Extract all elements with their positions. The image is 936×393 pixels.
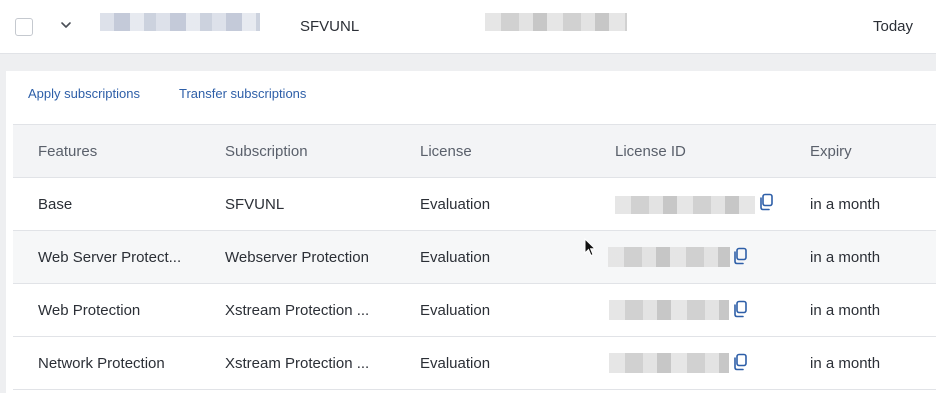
feature-cell: Web Protection: [38, 302, 141, 319]
redacted-license-id: [615, 196, 755, 214]
table-row[interactable]: Web Server Protect... Webserver Protecti…: [13, 231, 936, 284]
subscription-cell: Webserver Protection: [225, 249, 369, 266]
device-name: SFVUNL: [300, 18, 360, 35]
header-license[interactable]: License: [420, 143, 472, 160]
subscriptions-table: Features Subscription License License ID…: [13, 124, 936, 390]
device-date: Today: [873, 18, 914, 35]
redacted-license-id: [609, 353, 729, 373]
license-cell: Evaluation: [420, 302, 491, 319]
copy-icon[interactable]: [758, 193, 774, 211]
copy-icon[interactable]: [732, 247, 748, 265]
redacted-license-id: [609, 300, 729, 320]
table-row[interactable]: Base SFVUNL Evaluation in a month: [13, 178, 936, 231]
subscription-cell: SFVUNL: [225, 196, 285, 213]
header-subscription[interactable]: Subscription: [225, 143, 308, 160]
device-row[interactable]: SFVUNL Today: [0, 0, 936, 54]
redacted-license: [485, 13, 627, 31]
expiry-cell: in a month: [810, 302, 881, 319]
header-features[interactable]: Features: [38, 143, 97, 160]
table-row[interactable]: Network Protection Xstream Protection ..…: [13, 337, 936, 390]
redacted-serial: [100, 13, 260, 31]
header-expiry[interactable]: Expiry: [810, 143, 852, 160]
copy-icon[interactable]: [732, 353, 748, 371]
feature-cell: Web Server Protect...: [38, 249, 182, 266]
expiry-cell: in a month: [810, 249, 881, 266]
subscription-cell: Xstream Protection ...: [225, 355, 370, 372]
feature-cell: Base: [38, 196, 73, 213]
feature-cell: Network Protection: [38, 355, 165, 372]
mouse-pointer-icon: [584, 238, 596, 257]
table-header: Features Subscription License License ID…: [13, 125, 936, 178]
license-cell: Evaluation: [420, 355, 491, 372]
subscription-panel: Apply subscriptions Transfer subscriptio…: [6, 71, 936, 393]
header-license-id[interactable]: License ID: [615, 143, 686, 160]
license-cell: Evaluation: [420, 249, 491, 266]
redacted-license-id: [608, 247, 730, 267]
apply-subscriptions-link[interactable]: Apply subscriptions: [28, 86, 140, 101]
subscription-cell: Xstream Protection ...: [225, 302, 370, 319]
row-select-checkbox[interactable]: [15, 18, 33, 36]
chevron-down-icon[interactable]: [58, 17, 74, 33]
copy-icon[interactable]: [732, 300, 748, 318]
expiry-cell: in a month: [810, 355, 881, 372]
table-row[interactable]: Web Protection Xstream Protection ... Ev…: [13, 284, 936, 337]
expiry-cell: in a month: [810, 196, 881, 213]
license-cell: Evaluation: [420, 196, 491, 213]
transfer-subscriptions-link[interactable]: Transfer subscriptions: [179, 86, 306, 101]
